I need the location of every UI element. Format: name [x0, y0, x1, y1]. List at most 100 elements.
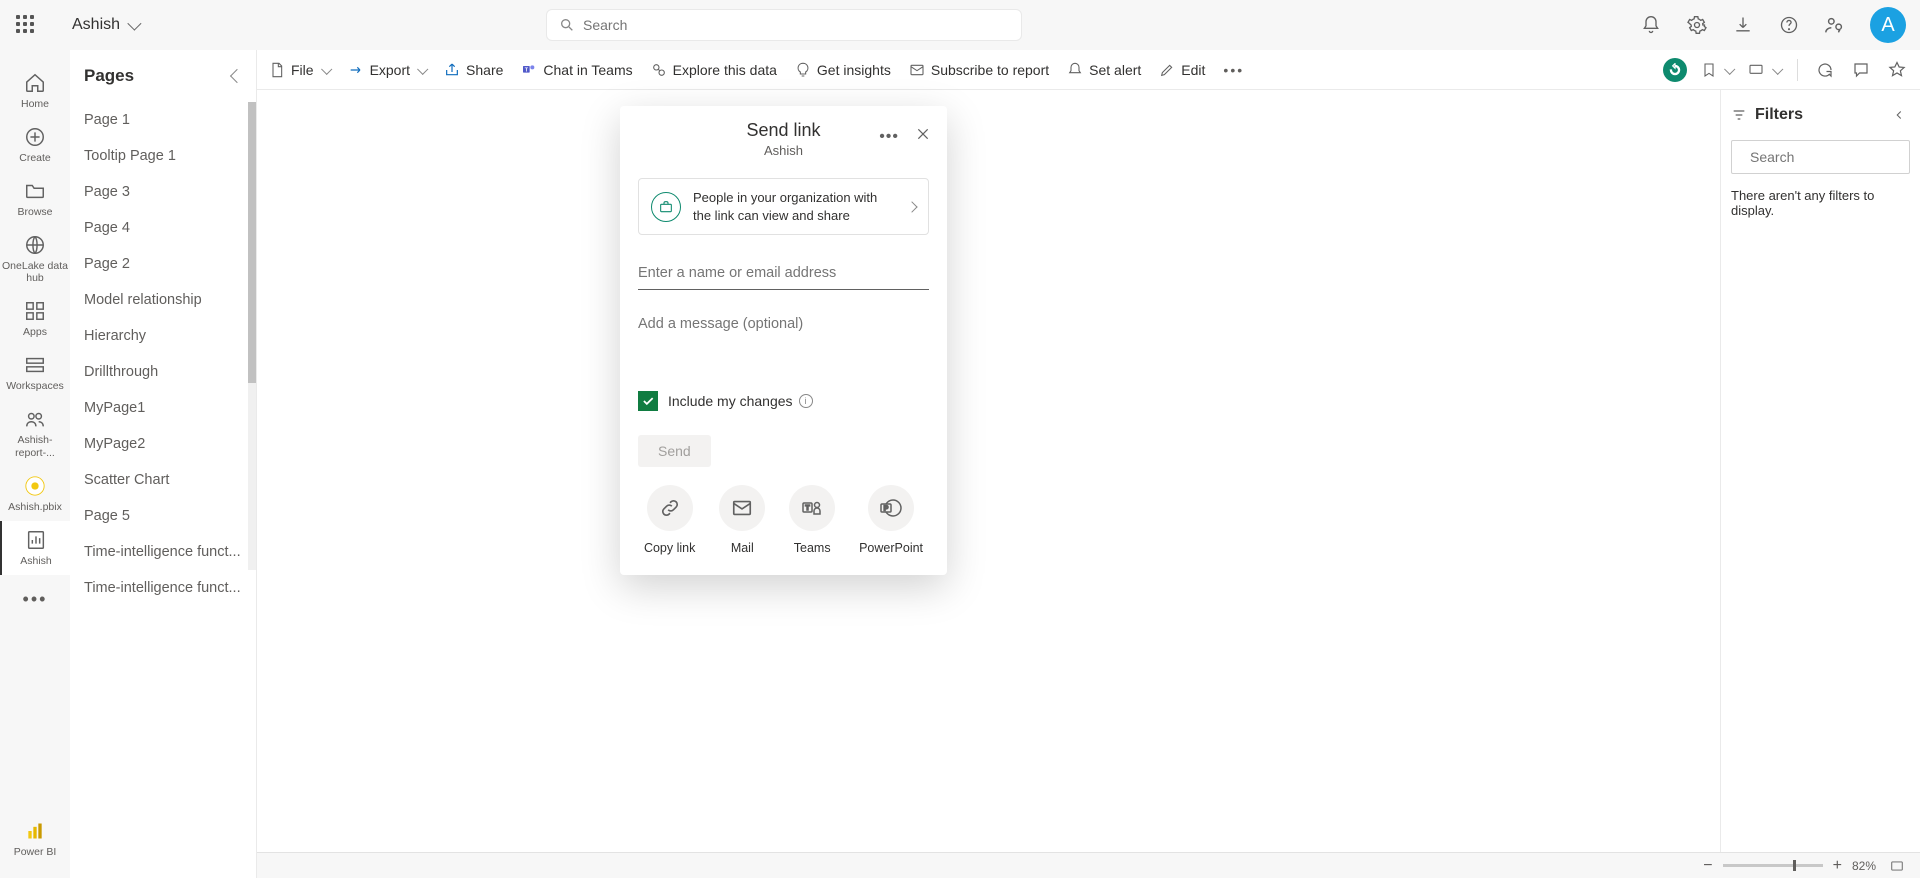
bell-icon	[1067, 62, 1083, 78]
global-search-input[interactable]	[583, 17, 1009, 33]
link-permissions-button[interactable]: People in your organization with the lin…	[638, 178, 929, 235]
collapse-pages-icon[interactable]	[230, 69, 244, 83]
recipient-input[interactable]	[638, 257, 929, 290]
info-icon[interactable]: i	[799, 394, 813, 408]
bookmark-icon	[1701, 62, 1717, 78]
workspace-name-label: Ashish	[72, 16, 120, 34]
mail-icon	[719, 485, 765, 531]
cmd-share[interactable]: Share	[444, 62, 503, 78]
reset-view-button[interactable]	[1663, 58, 1687, 82]
help-icon[interactable]	[1778, 14, 1800, 36]
cmd-explore[interactable]: Explore this data	[651, 62, 777, 78]
zoom-out-button[interactable]: −	[1703, 857, 1712, 875]
page-item[interactable]: Page 2	[70, 246, 256, 282]
search-icon	[559, 17, 575, 33]
link-icon	[647, 485, 693, 531]
people-icon[interactable]	[1824, 14, 1846, 36]
svg-text:P: P	[884, 506, 889, 513]
page-item[interactable]: Page 3	[70, 174, 256, 210]
filters-search[interactable]	[1731, 140, 1910, 174]
filters-title: Filters	[1755, 106, 1803, 124]
plus-circle-icon	[24, 126, 46, 148]
cmd-file[interactable]: File	[269, 62, 330, 78]
dialog-more-button[interactable]: •••	[879, 128, 899, 146]
refresh-button[interactable]	[1814, 59, 1836, 81]
page-item[interactable]: Page 1	[70, 102, 256, 138]
page-item[interactable]: Time-intelligence funct...	[70, 534, 256, 570]
cmd-view[interactable]	[1747, 62, 1781, 78]
workspaces-icon	[24, 354, 46, 376]
page-item[interactable]: Page 4	[70, 210, 256, 246]
page-item[interactable]: MyPage2	[70, 426, 256, 462]
separator	[1797, 59, 1798, 81]
favorite-button[interactable]	[1886, 59, 1908, 81]
mail-icon	[909, 62, 925, 78]
chevron-down-icon	[1724, 63, 1735, 74]
zoom-slider[interactable]	[1723, 864, 1823, 867]
zoom-slider-thumb[interactable]	[1793, 860, 1796, 871]
powerpoint-button[interactable]: P PowerPoint	[859, 485, 923, 555]
rail-ashish-pbix[interactable]: Ashish.pbix	[0, 467, 70, 521]
download-icon[interactable]	[1732, 14, 1754, 36]
page-item[interactable]: Scatter Chart	[70, 462, 256, 498]
briefcase-icon	[651, 192, 681, 222]
more-icon: •••	[1223, 62, 1244, 78]
cmd-subscribe[interactable]: Subscribe to report	[909, 62, 1049, 78]
dialog-close-button[interactable]	[915, 126, 931, 147]
rail-powerbi[interactable]: Power BI	[0, 812, 70, 866]
reset-icon	[1668, 63, 1682, 77]
rail-browse[interactable]: Browse	[0, 172, 70, 226]
rail-more[interactable]: •••	[0, 575, 70, 624]
page-item[interactable]: Model relationship	[70, 282, 256, 318]
page-item[interactable]: Page 5	[70, 498, 256, 534]
user-avatar[interactable]: A	[1870, 7, 1906, 43]
rail-ashish-active[interactable]: Ashish	[0, 521, 70, 575]
rail-ashish-report[interactable]: Ashish-report-...	[0, 400, 70, 466]
rail-workspaces[interactable]: Workspaces	[0, 346, 70, 400]
page-item[interactable]: Drillthrough	[70, 354, 256, 390]
cmd-insights[interactable]: Get insights	[795, 62, 891, 78]
cmd-export[interactable]: Export	[348, 62, 426, 78]
send-button[interactable]: Send	[638, 435, 711, 467]
check-icon	[641, 394, 655, 408]
message-input[interactable]	[638, 310, 929, 380]
comment-button[interactable]	[1850, 59, 1872, 81]
cmd-more[interactable]: •••	[1223, 62, 1244, 78]
rail-apps[interactable]: Apps	[0, 292, 70, 346]
pencil-icon	[1159, 62, 1175, 78]
explore-icon	[651, 62, 667, 78]
page-item[interactable]: Time-intelligence funct...	[70, 570, 256, 606]
notifications-icon[interactable]	[1640, 14, 1662, 36]
rail-onelake[interactable]: OneLake data hub	[0, 226, 70, 292]
workspace-dropdown[interactable]: Ashish	[72, 16, 138, 34]
cmd-edit[interactable]: Edit	[1159, 62, 1205, 78]
pages-panel: Pages Page 1Tooltip Page 1Page 3Page 4Pa…	[70, 50, 257, 878]
chevron-down-icon	[127, 17, 141, 31]
powerbi-icon	[24, 820, 46, 842]
cmd-alert[interactable]: Set alert	[1067, 62, 1141, 78]
include-changes-checkbox[interactable]	[638, 391, 658, 411]
zoom-in-button[interactable]: +	[1833, 857, 1842, 875]
mail-button[interactable]: Mail	[719, 485, 765, 555]
export-icon	[348, 62, 364, 78]
cmd-bookmark[interactable]	[1701, 62, 1733, 78]
copy-link-button[interactable]: Copy link	[644, 485, 695, 555]
share-icon	[444, 62, 460, 78]
settings-icon[interactable]	[1686, 14, 1708, 36]
cmd-chat-teams[interactable]: T Chat in Teams	[521, 62, 632, 78]
page-item[interactable]: Tooltip Page 1	[70, 138, 256, 174]
page-item[interactable]: Hierarchy	[70, 318, 256, 354]
filters-search-input[interactable]	[1750, 149, 1920, 165]
rail-home[interactable]: Home	[0, 64, 70, 118]
page-item[interactable]: MyPage1	[70, 390, 256, 426]
chevron-down-icon	[1772, 63, 1783, 74]
filter-icon	[1731, 107, 1747, 123]
rail-create[interactable]: Create	[0, 118, 70, 172]
fit-page-button[interactable]	[1886, 855, 1908, 877]
app-launcher-icon[interactable]	[16, 15, 36, 35]
global-search[interactable]	[546, 9, 1022, 41]
expand-filters-icon[interactable]	[1888, 104, 1910, 126]
pages-scrollbar-thumb[interactable]	[248, 102, 256, 383]
people-group-icon	[24, 408, 46, 430]
teams-button[interactable]: T Teams	[789, 485, 835, 555]
